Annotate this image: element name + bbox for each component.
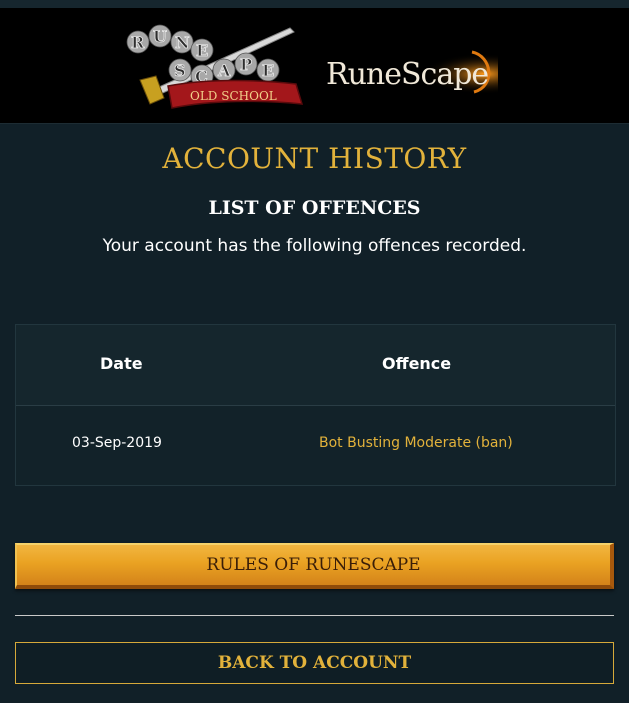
page-title: ACCOUNT HISTORY <box>162 142 467 175</box>
divider <box>15 615 614 616</box>
column-header-date: Date <box>100 354 143 373</box>
column-header-offence: Offence <box>382 354 452 373</box>
offences-description: Your account has the following offences … <box>102 236 527 256</box>
offences-table: Date Offence 03-Sep-2019 Bot Busting Mod… <box>15 324 616 486</box>
svg-text:P: P <box>240 55 252 74</box>
offence-type-cell: Bot Busting Moderate (ban) <box>319 435 513 451</box>
svg-text:E: E <box>196 41 208 60</box>
svg-text:A: A <box>217 61 231 80</box>
svg-text:E: E <box>262 61 274 80</box>
offence-date-cell: 03-Sep-2019 <box>72 435 162 451</box>
osrs-logo[interactable]: R U N E S C A P E OLD SCHOOL <box>120 20 312 116</box>
section-subtitle: LIST OF OFFENCES <box>208 197 421 219</box>
header-banner: R U N E S C A P E OLD SCHOOL RuneScape <box>0 8 629 124</box>
svg-text:S: S <box>174 61 186 80</box>
table-row: 03-Sep-2019 Bot Busting Moderate (ban) <box>16 406 615 485</box>
rules-of-runescape-button[interactable]: RULES OF RUNESCAPE <box>15 543 614 589</box>
page: R U N E S C A P E OLD SCHOOL RuneScape A… <box>0 0 629 703</box>
runescape-logo[interactable]: RuneScape <box>322 42 498 100</box>
table-header: Date Offence <box>16 325 615 406</box>
svg-text:U: U <box>153 27 167 46</box>
svg-text:N: N <box>175 33 190 52</box>
svg-text:OLD SCHOOL: OLD SCHOOL <box>190 89 277 103</box>
svg-text:R: R <box>131 33 145 52</box>
svg-text:RuneScape: RuneScape <box>326 57 488 92</box>
back-to-account-button[interactable]: BACK TO ACCOUNT <box>15 642 614 684</box>
